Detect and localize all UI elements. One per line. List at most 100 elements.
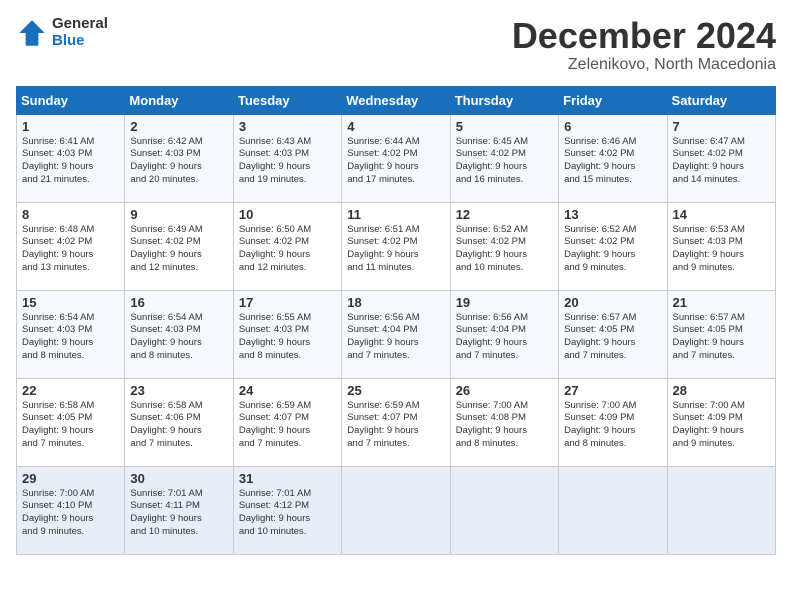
calendar-cell: 6Sunrise: 6:46 AMSunset: 4:02 PMDaylight… <box>559 114 667 202</box>
cell-line: Sunset: 4:07 PM <box>239 412 336 425</box>
cell-line: Daylight: 9 hours <box>673 249 770 262</box>
month-title: December 2024 <box>512 16 776 56</box>
cell-line: Sunset: 4:02 PM <box>347 148 444 161</box>
calendar-table: SundayMondayTuesdayWednesdayThursdayFrid… <box>16 86 776 555</box>
cell-line: Daylight: 9 hours <box>130 161 227 174</box>
header-wednesday: Wednesday <box>342 86 450 114</box>
cell-line: and 12 minutes. <box>239 262 336 275</box>
cell-line: and 21 minutes. <box>22 174 119 187</box>
cell-line: and 7 minutes. <box>347 438 444 451</box>
day-number: 25 <box>347 383 444 398</box>
cell-line: Sunset: 4:02 PM <box>239 236 336 249</box>
cell-line: Sunset: 4:03 PM <box>239 148 336 161</box>
cell-line: Sunrise: 6:59 AM <box>239 400 336 413</box>
day-number: 24 <box>239 383 336 398</box>
header-row: SundayMondayTuesdayWednesdayThursdayFrid… <box>17 86 776 114</box>
header-thursday: Thursday <box>450 86 558 114</box>
day-number: 12 <box>456 207 553 222</box>
week-row-1: 1 Sunrise: 6:41 AM Sunset: 4:03 PM Daylight… <box>17 114 776 202</box>
day-number: 8 <box>22 207 119 222</box>
calendar-cell <box>450 466 558 554</box>
cell-line: and 7 minutes. <box>130 438 227 451</box>
cell-line: Sunrise: 6:53 AM <box>673 224 770 237</box>
cell-line: Sunrise: 6:41 AM <box>22 136 119 149</box>
cell-line: Sunrise: 7:01 AM <box>130 488 227 501</box>
cell-line: Sunrise: 6:58 AM <box>22 400 119 413</box>
day-number: 4 <box>347 119 444 134</box>
day-number: 10 <box>239 207 336 222</box>
header-tuesday: Tuesday <box>233 86 341 114</box>
title-area: December 2024 Zelenikovo, North Macedoni… <box>512 16 776 74</box>
cell-line: Sunrise: 6:48 AM <box>22 224 119 237</box>
calendar-cell: 12Sunrise: 6:52 AMSunset: 4:02 PMDayligh… <box>450 202 558 290</box>
calendar-cell: 13Sunrise: 6:52 AMSunset: 4:02 PMDayligh… <box>559 202 667 290</box>
header-saturday: Saturday <box>667 86 775 114</box>
day-number: 22 <box>22 383 119 398</box>
calendar-header: SundayMondayTuesdayWednesdayThursdayFrid… <box>17 86 776 114</box>
cell-line: Sunrise: 6:43 AM <box>239 136 336 149</box>
cell-line: Daylight: 9 hours <box>239 513 336 526</box>
calendar-cell: 22Sunrise: 6:58 AMSunset: 4:05 PMDayligh… <box>17 378 125 466</box>
cell-line: Sunrise: 6:57 AM <box>673 312 770 325</box>
calendar-cell: 1Sunrise: 6:41 AMSunset: 4:03 PMDaylight… <box>17 114 125 202</box>
cell-line: Sunset: 4:08 PM <box>456 412 553 425</box>
day-number: 7 <box>673 119 770 134</box>
cell-line: Sunrise: 6:56 AM <box>347 312 444 325</box>
day-number: 27 <box>564 383 661 398</box>
day-number: 9 <box>130 207 227 222</box>
cell-line: Sunset: 4:02 PM <box>22 236 119 249</box>
day-number: 19 <box>456 295 553 310</box>
day-number: 2 <box>130 119 227 134</box>
calendar-cell: 28Sunrise: 7:00 AMSunset: 4:09 PMDayligh… <box>667 378 775 466</box>
cell-line: Sunset: 4:05 PM <box>673 324 770 337</box>
day-number: 1 <box>22 119 119 134</box>
cell-line: Sunset: 4:02 PM <box>456 148 553 161</box>
cell-line: and 7 minutes. <box>347 350 444 363</box>
cell-line: Sunset: 4:03 PM <box>239 324 336 337</box>
cell-line: and 15 minutes. <box>564 174 661 187</box>
cell-line: Daylight: 9 hours <box>130 337 227 350</box>
cell-line: and 19 minutes. <box>239 174 336 187</box>
cell-line: and 7 minutes. <box>564 350 661 363</box>
header-sunday: Sunday <box>17 86 125 114</box>
cell-line: Sunrise: 7:00 AM <box>673 400 770 413</box>
cell-line: and 17 minutes. <box>347 174 444 187</box>
cell-line: Daylight: 9 hours <box>564 249 661 262</box>
day-number: 21 <box>673 295 770 310</box>
calendar-cell: 18Sunrise: 6:56 AMSunset: 4:04 PMDayligh… <box>342 290 450 378</box>
calendar-cell: 10Sunrise: 6:50 AMSunset: 4:02 PMDayligh… <box>233 202 341 290</box>
cell-line: Sunset: 4:04 PM <box>456 324 553 337</box>
week-row-3: 15Sunrise: 6:54 AMSunset: 4:03 PMDayligh… <box>17 290 776 378</box>
header-friday: Friday <box>559 86 667 114</box>
cell-line: Sunset: 4:04 PM <box>347 324 444 337</box>
cell-line: Sunrise: 6:42 AM <box>130 136 227 149</box>
calendar-cell: 29Sunrise: 7:00 AMSunset: 4:10 PMDayligh… <box>17 466 125 554</box>
logo-icon <box>16 17 48 49</box>
day-number: 6 <box>564 119 661 134</box>
cell-line: Sunset: 4:02 PM <box>564 236 661 249</box>
cell-line: and 12 minutes. <box>130 262 227 275</box>
cell-line: Sunrise: 7:01 AM <box>239 488 336 501</box>
cell-line: Daylight: 9 hours <box>456 161 553 174</box>
day-number: 17 <box>239 295 336 310</box>
calendar-cell: 8Sunrise: 6:48 AMSunset: 4:02 PMDaylight… <box>17 202 125 290</box>
location-title: Zelenikovo, North Macedonia <box>512 56 776 74</box>
day-number: 5 <box>456 119 553 134</box>
cell-line: Daylight: 9 hours <box>673 425 770 438</box>
cell-line: Daylight: 9 hours <box>22 513 119 526</box>
cell-line: Daylight: 9 hours <box>673 161 770 174</box>
cell-line: Daylight: 9 hours <box>130 249 227 262</box>
day-number: 23 <box>130 383 227 398</box>
cell-line: Sunset: 4:02 PM <box>564 148 661 161</box>
cell-line: Sunrise: 6:51 AM <box>347 224 444 237</box>
cell-line: and 7 minutes. <box>673 350 770 363</box>
calendar-cell <box>342 466 450 554</box>
cell-line: and 10 minutes. <box>456 262 553 275</box>
cell-line: and 7 minutes. <box>456 350 553 363</box>
cell-line: Sunrise: 7:00 AM <box>22 488 119 501</box>
cell-line: Sunrise: 6:54 AM <box>130 312 227 325</box>
logo: General Blue <box>16 16 108 49</box>
calendar-cell: 24Sunrise: 6:59 AMSunset: 4:07 PMDayligh… <box>233 378 341 466</box>
calendar-cell: 15Sunrise: 6:54 AMSunset: 4:03 PMDayligh… <box>17 290 125 378</box>
cell-line: and 8 minutes. <box>130 350 227 363</box>
